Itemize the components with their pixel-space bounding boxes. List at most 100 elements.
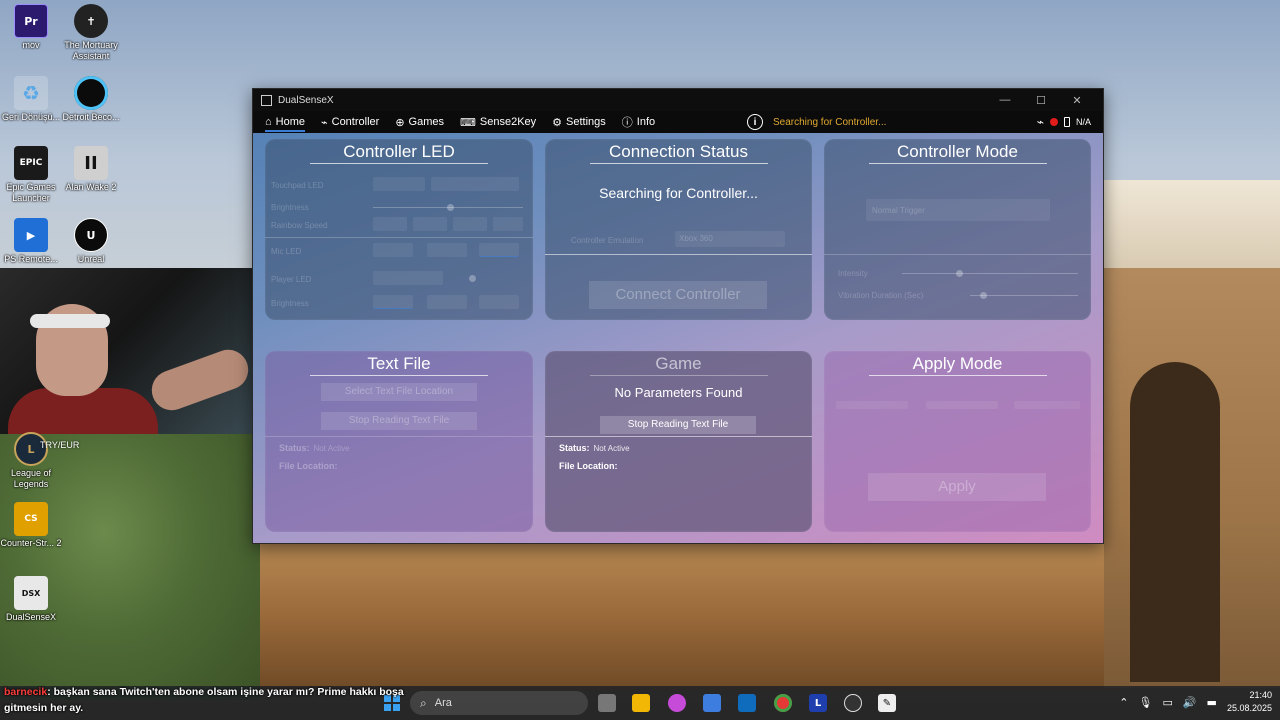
desktop-icon-dualsensex[interactable]: DSX DualSenseX <box>0 576 62 623</box>
desktop-icon-label: Geri Dönüşü... <box>1 112 61 122</box>
desktop-icon-cs2[interactable]: CS Counter-Str... 2 <box>0 502 62 549</box>
touchpad-led-label: Touchpad LED <box>271 181 324 190</box>
outlook-icon[interactable] <box>738 694 756 712</box>
desktop-icon-label: Counter-Str... 2 <box>0 538 62 548</box>
controller-mode-panel: Controller Mode Normal Trigger Intensity… <box>824 139 1091 320</box>
vibration-duration-label: Vibration Duration (Sec) <box>838 291 924 300</box>
store-icon[interactable] <box>703 694 721 712</box>
touchpad-led-color[interactable] <box>431 177 519 191</box>
ps-remote-icon: ▶ <box>14 218 48 252</box>
desktop-icon-label: The Mortuary Assistant <box>64 40 118 61</box>
launcher-l-icon[interactable]: L <box>809 694 827 712</box>
desktop-icon-premiere[interactable]: Pr mov <box>0 4 62 51</box>
connect-controller-button[interactable]: Connect Controller <box>589 281 767 309</box>
brightness-slider-thumb[interactable] <box>447 204 454 211</box>
player-led-toggle[interactable] <box>469 275 476 282</box>
desktop-icon-label: Epic Games Launcher <box>6 182 56 203</box>
desktop-icon-recycle-bin[interactable]: ♻ Geri Dönüşü... <box>0 76 62 123</box>
apply-mode-panel: Apply Mode Apply <box>824 351 1091 532</box>
game-stop-reading-button[interactable]: Stop Reading Text File <box>600 416 756 434</box>
minimize-button[interactable]: — <box>987 94 1023 106</box>
premiere-icon: Pr <box>14 4 48 38</box>
landscape-arch <box>1130 362 1220 682</box>
close-button[interactable]: ✕ <box>1059 94 1095 107</box>
desktop-icon-detroit[interactable]: Detroit Beco... <box>60 76 122 123</box>
file-explorer-icon[interactable] <box>632 694 650 712</box>
game-panel: Game No Parameters Found Stop Reading Te… <box>545 351 812 532</box>
mic-led-off[interactable] <box>373 243 413 257</box>
alan-wake-icon: II <box>74 146 108 180</box>
copilot-icon[interactable] <box>668 694 686 712</box>
mic-led-label: Mic LED <box>271 247 302 256</box>
disconnected-dot <box>1049 118 1058 126</box>
desktop-icon-mortuary[interactable]: ✝ The Mortuary Assistant <box>60 4 122 62</box>
nav-games[interactable]: ⊕ Games <box>395 111 444 133</box>
nav-home[interactable]: ⌂ Home <box>265 111 305 133</box>
controller-mode-select[interactable]: Normal Trigger <box>866 199 1050 221</box>
intensity-slider[interactable] <box>902 273 1078 274</box>
clock-time: 21:40 <box>1249 690 1272 700</box>
landscape-cliff <box>260 540 1120 690</box>
volume-icon[interactable]: 🔊 <box>1183 696 1197 709</box>
maximize-button[interactable]: ☐ <box>1023 94 1059 107</box>
game-title: Game <box>655 354 702 373</box>
search-placeholder: Ara <box>434 697 452 709</box>
taskbar-search[interactable]: ⌕ Ara <box>410 691 588 715</box>
dualsensex-taskbar-icon[interactable]: ✎ <box>878 694 896 712</box>
mic-led-pulse[interactable] <box>479 243 519 257</box>
nav-home-label: Home <box>275 116 305 128</box>
player-led-select[interactable] <box>373 271 443 285</box>
nav-controller[interactable]: ⌁ Controller <box>321 111 379 133</box>
battery-icon <box>1063 117 1070 127</box>
clock[interactable]: 21:40 25.08.2025 <box>1227 689 1272 715</box>
touchpad-led-mode[interactable] <box>373 177 425 191</box>
intensity-label: Intensity <box>838 269 868 278</box>
recycle-bin-icon: ♻ <box>14 76 48 110</box>
home-icon: ⌂ <box>265 116 272 128</box>
status-info-icon: i <box>747 114 763 130</box>
stop-reading-text-file-button[interactable]: Stop Reading Text File <box>321 412 477 430</box>
title-underline <box>868 375 1047 376</box>
player-brightness-high[interactable] <box>479 295 519 309</box>
apply-mode-option-1[interactable] <box>836 401 908 409</box>
desktop-icon-ps-remote[interactable]: ▶ PS Remote... <box>0 218 62 265</box>
task-view-icon[interactable] <box>598 694 616 712</box>
rainbow-speed-label: Rainbow Speed <box>271 221 328 230</box>
info-icon: ⓘ <box>621 117 633 129</box>
nav-info[interactable]: ⓘ Info <box>622 111 655 133</box>
apply-mode-option-2[interactable] <box>926 401 998 409</box>
rainbow-speed-option-2[interactable] <box>413 217 447 231</box>
player-brightness-mid[interactable] <box>427 295 467 309</box>
select-text-file-button[interactable]: Select Text File Location <box>321 383 477 401</box>
text-file-status-label: Status: <box>279 443 310 453</box>
rainbow-speed-option-4[interactable] <box>493 217 523 231</box>
vibration-duration-slider-thumb[interactable] <box>980 292 987 299</box>
network-icon[interactable]: ▭ <box>1162 696 1172 709</box>
controller-emulation-select[interactable]: Xbox 360 <box>675 231 785 247</box>
obs-icon[interactable] <box>844 694 862 712</box>
apply-mode-title: Apply Mode <box>912 354 1003 373</box>
dualsensex-icon: DSX <box>14 576 48 610</box>
desktop-icon-unreal[interactable]: U Unreal <box>60 218 122 265</box>
rainbow-speed-option-1[interactable] <box>373 217 407 231</box>
connection-status-title: Connection Status <box>609 142 748 161</box>
player-brightness-low[interactable] <box>373 295 413 309</box>
nav-sense2key-label: Sense2Key <box>479 116 537 128</box>
nav-settings[interactable]: ⚙ Settings <box>552 111 606 133</box>
chrome-icon[interactable] <box>774 694 792 712</box>
rainbow-speed-option-3[interactable] <box>453 217 487 231</box>
window-title: DualSenseX <box>278 94 334 106</box>
intensity-slider-thumb[interactable] <box>956 270 963 277</box>
nav-sense2key[interactable]: ⌨ Sense2Key <box>460 111 536 133</box>
microphone-icon[interactable]: 🎙 <box>1138 696 1152 709</box>
mic-led-on[interactable] <box>427 243 467 257</box>
currency-label: TRY/EUR <box>40 440 80 450</box>
battery-tray-icon[interactable]: ▬ <box>1207 696 1217 709</box>
controller-emulation-label: Controller Emulation <box>571 236 644 245</box>
controller-mode-title: Controller Mode <box>897 142 1018 161</box>
desktop-icon-alan-wake[interactable]: II Alan Wake 2 <box>60 146 122 193</box>
apply-mode-option-3[interactable] <box>1014 401 1080 409</box>
desktop-icon-epic[interactable]: EPIC Epic Games Launcher <box>0 146 62 204</box>
chevron-up-icon[interactable]: ⌃ <box>1119 696 1128 709</box>
apply-button[interactable]: Apply <box>868 473 1046 501</box>
